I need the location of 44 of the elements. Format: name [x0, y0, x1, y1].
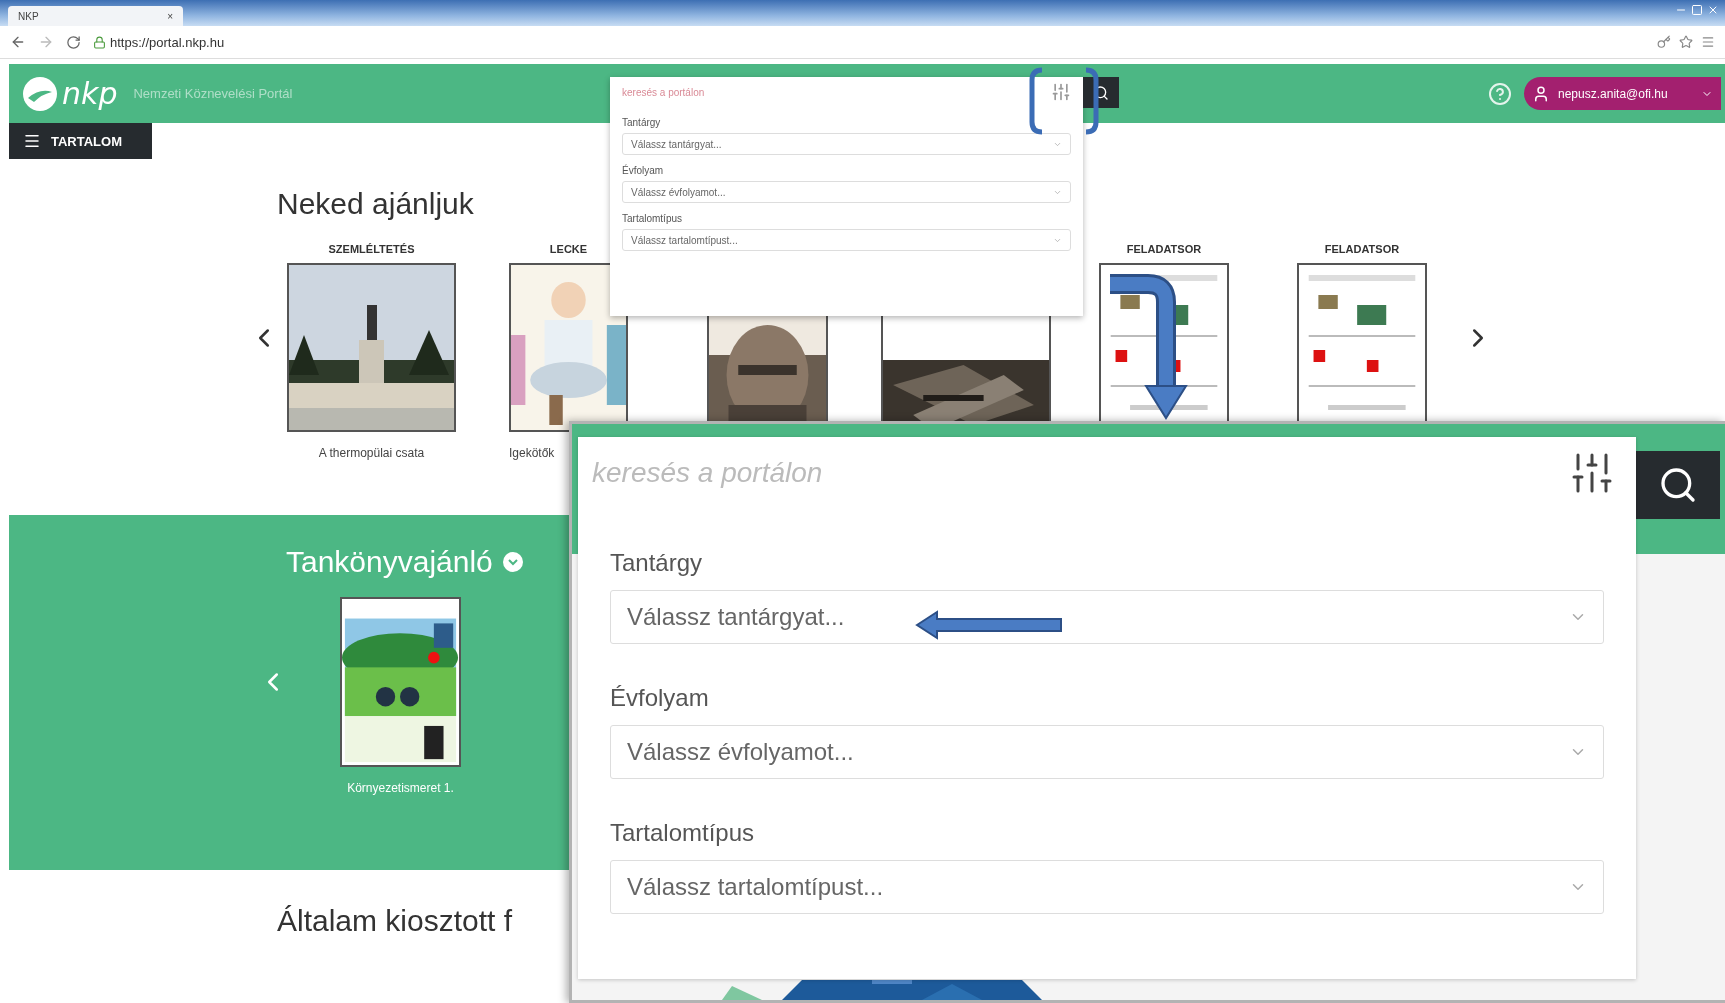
- section-title: Általam kiosztott f: [277, 904, 514, 938]
- section-title: Neked ajánljuk: [277, 187, 474, 221]
- annotation-bracket: [1085, 67, 1099, 135]
- filter-select[interactable]: Válassz tartalomtípust...: [610, 860, 1604, 914]
- help-icon[interactable]: [1488, 81, 1512, 106]
- filter-label: Tartalomtípus: [622, 213, 684, 224]
- menu-icon: [23, 132, 41, 150]
- filter-select[interactable]: Válassz évfolyamot...: [622, 181, 1071, 203]
- filter-label: Tartalomtípus: [610, 819, 756, 847]
- category-label: FELADATSOR: [1126, 243, 1202, 257]
- category-label: LECKE: [549, 243, 588, 257]
- key-icon[interactable]: [1657, 35, 1671, 49]
- item-caption[interactable]: A thermopülai csata: [318, 446, 425, 460]
- user-icon: [1532, 84, 1550, 103]
- filter-select[interactable]: Válassz tantárgyat...: [622, 133, 1071, 155]
- lock-icon: [93, 35, 106, 49]
- maximize-icon[interactable]: [1691, 4, 1703, 16]
- menu-icon[interactable]: [1701, 35, 1715, 49]
- browser-tab[interactable]: NKP ×: [8, 6, 183, 26]
- logo-icon: [22, 75, 58, 112]
- chevron-circle-icon[interactable]: [502, 552, 523, 572]
- user-menu-button[interactable]: nepusz.anita@ofi.hu: [1524, 77, 1721, 110]
- filter-label: Tantárgy: [610, 549, 704, 577]
- site-subtitle: Nemzeti Köznevelési Portál: [133, 86, 293, 101]
- filter-sliders-icon[interactable]: [1051, 82, 1071, 102]
- star-icon[interactable]: [1679, 35, 1693, 49]
- section-title: Tankönyvajánló: [286, 545, 493, 579]
- reload-icon[interactable]: [66, 34, 81, 50]
- filter-label: Évfolyam: [622, 165, 665, 176]
- filter-label: Tantárgy: [622, 117, 662, 128]
- close-icon[interactable]: [1707, 4, 1719, 16]
- url-field[interactable]: https://portal.nkp.hu: [110, 34, 225, 50]
- filter-select[interactable]: Válassz tartalomtípust...: [622, 229, 1071, 251]
- filter-label: Évfolyam: [610, 684, 710, 712]
- search-button[interactable]: [1636, 451, 1720, 519]
- filter-select[interactable]: Válassz évfolyamot...: [610, 725, 1604, 779]
- item-caption[interactable]: Igekötők: [509, 446, 555, 460]
- category-label: FELADATSOR: [1324, 243, 1400, 257]
- category-label: SZEMLÉLTETÉS: [328, 243, 415, 257]
- menu-button[interactable]: TARTALOM: [9, 123, 152, 159]
- filter-select[interactable]: Válassz tantárgyat...: [610, 590, 1604, 644]
- search-icon: [1658, 465, 1698, 505]
- annotation-bracket: [1029, 67, 1043, 135]
- back-icon[interactable]: [10, 34, 26, 50]
